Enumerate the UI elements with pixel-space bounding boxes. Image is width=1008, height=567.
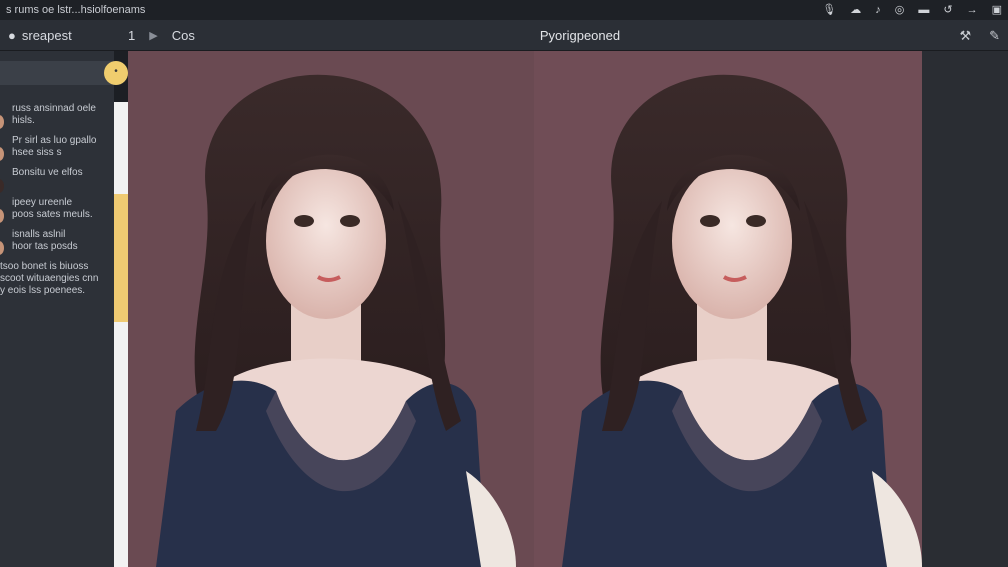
chat-line: ipeey ureenle bbox=[12, 197, 73, 208]
chat-line: hoor tas posds bbox=[12, 241, 78, 252]
note-line: scoot wituaengies cnn bbox=[0, 273, 99, 284]
cloud-icon[interactable]: ☁ bbox=[850, 4, 861, 16]
chat-line: poos sates meuls. bbox=[12, 209, 93, 220]
avatar bbox=[0, 209, 4, 223]
undo-icon[interactable]: ↺ bbox=[943, 4, 952, 16]
window-title: s rums oe lstr...hsiolfoenams bbox=[6, 4, 146, 16]
right-panel bbox=[922, 51, 1008, 567]
list-item[interactable]: ipeey ureenle poos sates meuls. bbox=[0, 197, 114, 223]
pen-icon[interactable]: ✎ bbox=[989, 28, 1000, 44]
chat-line: russ ansinnad oele bbox=[12, 103, 96, 114]
battery-icon[interactable]: ▬ bbox=[918, 4, 929, 16]
scrollbar-thumb[interactable] bbox=[114, 194, 128, 322]
system-tray: 🎙︎ ☁ ♪ ◎ ▬ ↺ → ▣ bbox=[822, 4, 1002, 16]
chat-line: hsee siss s bbox=[12, 147, 62, 158]
avatar bbox=[0, 241, 4, 255]
toolbar: ● sreapest 1 ▶ Cos Pyorigpeoned ⚒ ✎ bbox=[0, 20, 1008, 51]
mic-icon[interactable]: 🎙︎ bbox=[822, 4, 836, 16]
note-icon[interactable]: ♪ bbox=[875, 4, 881, 16]
chat-line: Pr sirl as luo gpallo bbox=[12, 135, 97, 146]
list-item[interactable]: Bonsitu ve elfos bbox=[0, 167, 114, 193]
toolbar-actions: ⚒ ✎ bbox=[959, 20, 1000, 51]
search-input[interactable]: • bbox=[0, 61, 128, 85]
sidebar-note: tsoo bonet is biuoss scoot wituaengies c… bbox=[0, 261, 114, 297]
chat-line: Bonsitu ve elfos bbox=[12, 167, 83, 178]
redo-icon[interactable]: → bbox=[967, 4, 978, 16]
avatar bbox=[0, 147, 4, 161]
app-window: s rums oe lstr...hsiolfoenams 🎙︎ ☁ ♪ ◎ ▬… bbox=[0, 0, 1008, 567]
chat-line: hisls. bbox=[12, 115, 35, 126]
portrait-image-left bbox=[156, 74, 516, 567]
scrollbar[interactable] bbox=[114, 102, 128, 567]
sidebar: • russ ansinnad oele hisls. Pr sirl as l… bbox=[0, 51, 128, 567]
list-item[interactable]: russ ansinnad oele hisls. bbox=[0, 103, 114, 129]
avatar bbox=[0, 179, 4, 193]
system-bar: s rums oe lstr...hsiolfoenams 🎙︎ ☁ ♪ ◎ ▬… bbox=[0, 0, 1008, 20]
record-icon[interactable]: ◎ bbox=[895, 4, 905, 16]
page-title: Pyorigpeoned bbox=[539, 27, 621, 43]
image-canvas[interactable] bbox=[128, 51, 922, 567]
avatar bbox=[0, 115, 4, 129]
chat-list: russ ansinnad oele hisls. Pr sirl as luo… bbox=[0, 103, 114, 297]
portrait-image-right bbox=[562, 74, 922, 567]
chat-line: isnalls aslnil bbox=[12, 229, 66, 240]
list-item[interactable]: isnalls aslnil hoor tas posds bbox=[0, 229, 114, 255]
note-line: y eois lss poenees. bbox=[0, 285, 86, 296]
note-line: tsoo bonet is biuoss bbox=[0, 261, 89, 272]
ai-icon[interactable]: ▣ bbox=[992, 4, 1002, 16]
search-toggle-icon[interactable]: • bbox=[104, 61, 128, 85]
wrench-icon[interactable]: ⚒ bbox=[959, 28, 971, 44]
list-item[interactable]: Pr sirl as luo gpallo hsee siss s bbox=[0, 135, 114, 161]
